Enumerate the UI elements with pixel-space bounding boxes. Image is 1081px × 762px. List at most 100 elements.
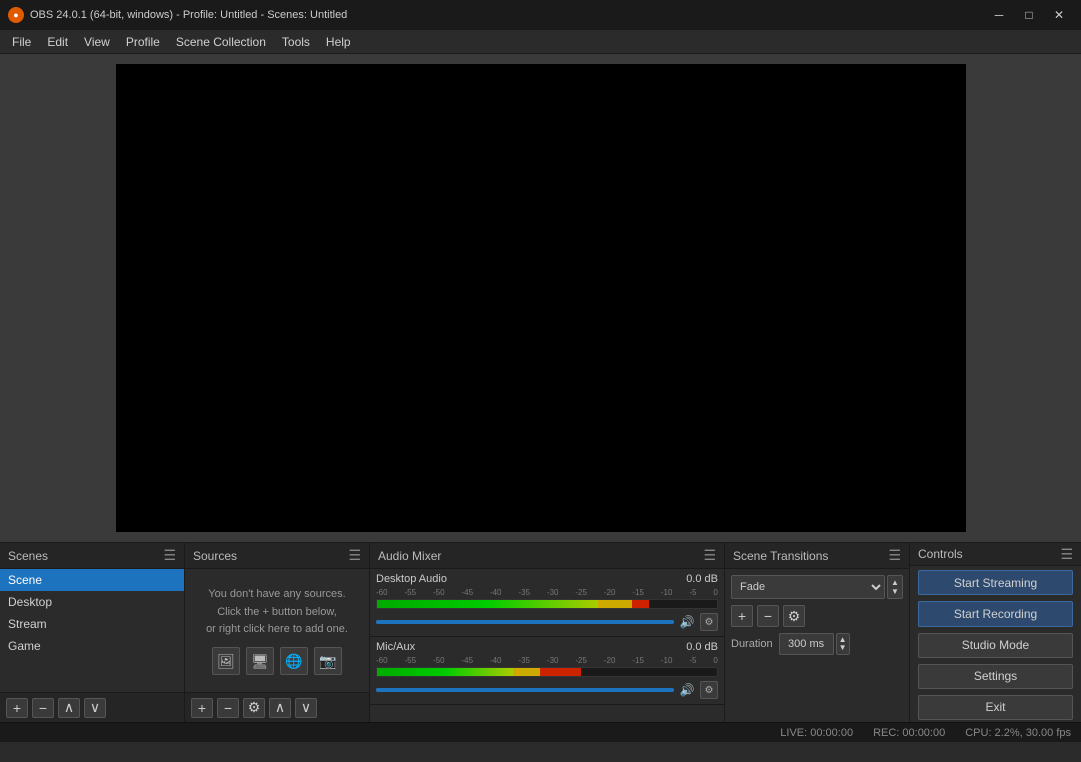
sources-settings-button[interactable]: ⚙ (243, 698, 265, 718)
transition-spin-button[interactable]: ▲▼ (887, 575, 903, 599)
scene-list: Scene Desktop Stream Game (0, 569, 184, 692)
desktop-audio-meter-yellow (598, 600, 632, 608)
desktop-audio-controls: 🔊 ⚙ (376, 612, 718, 632)
menu-profile[interactable]: Profile (118, 31, 168, 53)
sources-empty-area[interactable]: You don't have any sources.Click the + b… (185, 569, 369, 692)
titlebar-title: OBS 24.0.1 (64-bit, windows) - Profile: … (30, 9, 347, 21)
close-button[interactable]: ✕ (1045, 5, 1073, 25)
menu-file[interactable]: File (4, 31, 39, 53)
desktop-audio-meter (376, 599, 718, 609)
audio-mixer-panel: Audio Mixer ☰ Desktop Audio 0.0 dB -60-5… (370, 543, 725, 722)
start-streaming-button[interactable]: Start Streaming (918, 570, 1073, 595)
source-monitor-icon: 🖥 (246, 647, 274, 675)
scene-transitions-panel: Scene Transitions ☰ Fade Cut Swipe Slide… (725, 543, 910, 722)
mic-aux-settings-icon[interactable]: ⚙ (700, 681, 718, 699)
desktop-audio-volume-slider[interactable] (376, 620, 674, 624)
source-image-icon: 🖼 (212, 647, 240, 675)
menu-help[interactable]: Help (318, 31, 359, 53)
desktop-audio-db: 0.0 dB (686, 573, 718, 585)
menu-edit[interactable]: Edit (39, 31, 76, 53)
desktop-audio-header: Desktop Audio 0.0 dB (376, 573, 718, 585)
preview-area (0, 54, 1081, 542)
sources-up-button[interactable]: ∧ (269, 698, 291, 718)
mic-aux-meter-green (377, 668, 513, 676)
scenes-panel-footer: + − ∧ ∨ (0, 692, 184, 722)
transition-dropdown[interactable]: Fade Cut Swipe Slide Stinger Fade to Col… (731, 575, 885, 599)
exit-button[interactable]: Exit (918, 695, 1073, 720)
audio-mixer-title: Audio Mixer (378, 549, 441, 563)
sources-add-button[interactable]: + (191, 698, 213, 718)
transition-select-row: Fade Cut Swipe Slide Stinger Fade to Col… (731, 575, 903, 599)
mic-aux-meter (376, 667, 718, 677)
controls-panel-title: Controls (918, 547, 963, 561)
sources-panel-menu-icon[interactable]: ☰ (348, 547, 361, 564)
maximize-button[interactable]: □ (1015, 5, 1043, 25)
scene-transitions-title: Scene Transitions (733, 549, 828, 563)
titlebar-controls: ─ □ ✕ (985, 5, 1073, 25)
desktop-audio-meter-bar (377, 600, 717, 608)
duration-row: Duration ▲ ▼ (725, 633, 909, 655)
transition-settings-button[interactable]: ⚙ (783, 605, 805, 627)
studio-mode-button[interactable]: Studio Mode (918, 633, 1073, 658)
duration-label: Duration (731, 638, 773, 650)
transition-add-button[interactable]: + (731, 605, 753, 627)
statusbar: LIVE: 00:00:00 REC: 00:00:00 CPU: 2.2%, … (0, 722, 1081, 742)
controls-panel-header: Controls ☰ (910, 543, 1081, 566)
sources-down-button[interactable]: ∨ (295, 698, 317, 718)
desktop-audio-channel: Desktop Audio 0.0 dB -60-55-50-45-40-35-… (370, 569, 724, 637)
scene-item-stream[interactable]: Stream (0, 613, 184, 635)
audio-mixer-menu-icon[interactable]: ☰ (703, 547, 716, 564)
scenes-down-button[interactable]: ∨ (84, 698, 106, 718)
mic-aux-channel: Mic/Aux 0.0 dB -60-55-50-45-40-35-30-25-… (370, 637, 724, 705)
mic-aux-controls: 🔊 ⚙ (376, 680, 718, 700)
minimize-button[interactable]: ─ (985, 5, 1013, 25)
settings-button[interactable]: Settings (918, 664, 1073, 689)
desktop-audio-settings-icon[interactable]: ⚙ (700, 613, 718, 631)
duration-spin-button[interactable]: ▲ ▼ (836, 633, 850, 655)
start-recording-button[interactable]: Start Recording (918, 601, 1073, 626)
titlebar: ● OBS 24.0.1 (64-bit, windows) - Profile… (0, 0, 1081, 30)
scenes-panel-header: Scenes ☰ (0, 543, 184, 569)
mic-aux-slider-track (376, 688, 674, 692)
controls-panel-menu-icon[interactable]: ☰ (1060, 546, 1073, 563)
menu-tools[interactable]: Tools (274, 31, 318, 53)
scenes-panel: Scenes ☰ Scene Desktop Stream Game + − ∧… (0, 543, 185, 722)
scenes-remove-button[interactable]: − (32, 698, 54, 718)
sources-icon-row: 🖼 🖥 🌐 📷 (212, 647, 342, 675)
scene-item-desktop[interactable]: Desktop (0, 591, 184, 613)
obs-icon: ● (8, 7, 24, 23)
sources-panel-header: Sources ☰ (185, 543, 369, 569)
scenes-panel-menu-icon[interactable]: ☰ (163, 547, 176, 564)
mic-aux-header: Mic/Aux 0.0 dB (376, 641, 718, 653)
duration-input[interactable] (779, 633, 834, 655)
desktop-audio-mute-icon[interactable]: 🔊 (678, 613, 696, 631)
mic-aux-mute-icon[interactable]: 🔊 (678, 681, 696, 699)
titlebar-left: ● OBS 24.0.1 (64-bit, windows) - Profile… (8, 7, 347, 23)
mic-aux-meter-red (540, 668, 581, 676)
live-status: LIVE: 00:00:00 (780, 727, 853, 739)
scenes-add-button[interactable]: + (6, 698, 28, 718)
sources-panel-footer: + − ⚙ ∧ ∨ (185, 692, 369, 722)
sources-remove-button[interactable]: − (217, 698, 239, 718)
scene-item-scene[interactable]: Scene (0, 569, 184, 591)
menu-view[interactable]: View (76, 31, 118, 53)
scene-transitions-header: Scene Transitions ☰ (725, 543, 909, 569)
desktop-audio-name: Desktop Audio (376, 573, 447, 585)
mic-aux-volume-slider[interactable] (376, 688, 674, 692)
desktop-audio-meter-labels: -60-55-50-45-40-35-30-25-20-15-10-50 (376, 588, 718, 597)
desktop-audio-meter-green (377, 600, 598, 608)
sources-empty-text: You don't have any sources.Click the + b… (206, 586, 348, 639)
menu-scene-collection[interactable]: Scene Collection (168, 31, 274, 53)
sources-panel: Sources ☰ You don't have any sources.Cli… (185, 543, 370, 722)
scene-item-game[interactable]: Game (0, 635, 184, 657)
scene-transitions-menu-icon[interactable]: ☰ (888, 547, 901, 564)
transition-remove-button[interactable]: − (757, 605, 779, 627)
transition-controls: + − ⚙ (725, 605, 909, 627)
mic-aux-name: Mic/Aux (376, 641, 415, 653)
scenes-up-button[interactable]: ∧ (58, 698, 80, 718)
source-globe-icon: 🌐 (280, 647, 308, 675)
desktop-audio-meter-red (632, 600, 649, 608)
mic-aux-db: 0.0 dB (686, 641, 718, 653)
audio-mixer-header: Audio Mixer ☰ (370, 543, 724, 569)
controls-panel: Controls ☰ Start Streaming Start Recordi… (910, 543, 1081, 722)
